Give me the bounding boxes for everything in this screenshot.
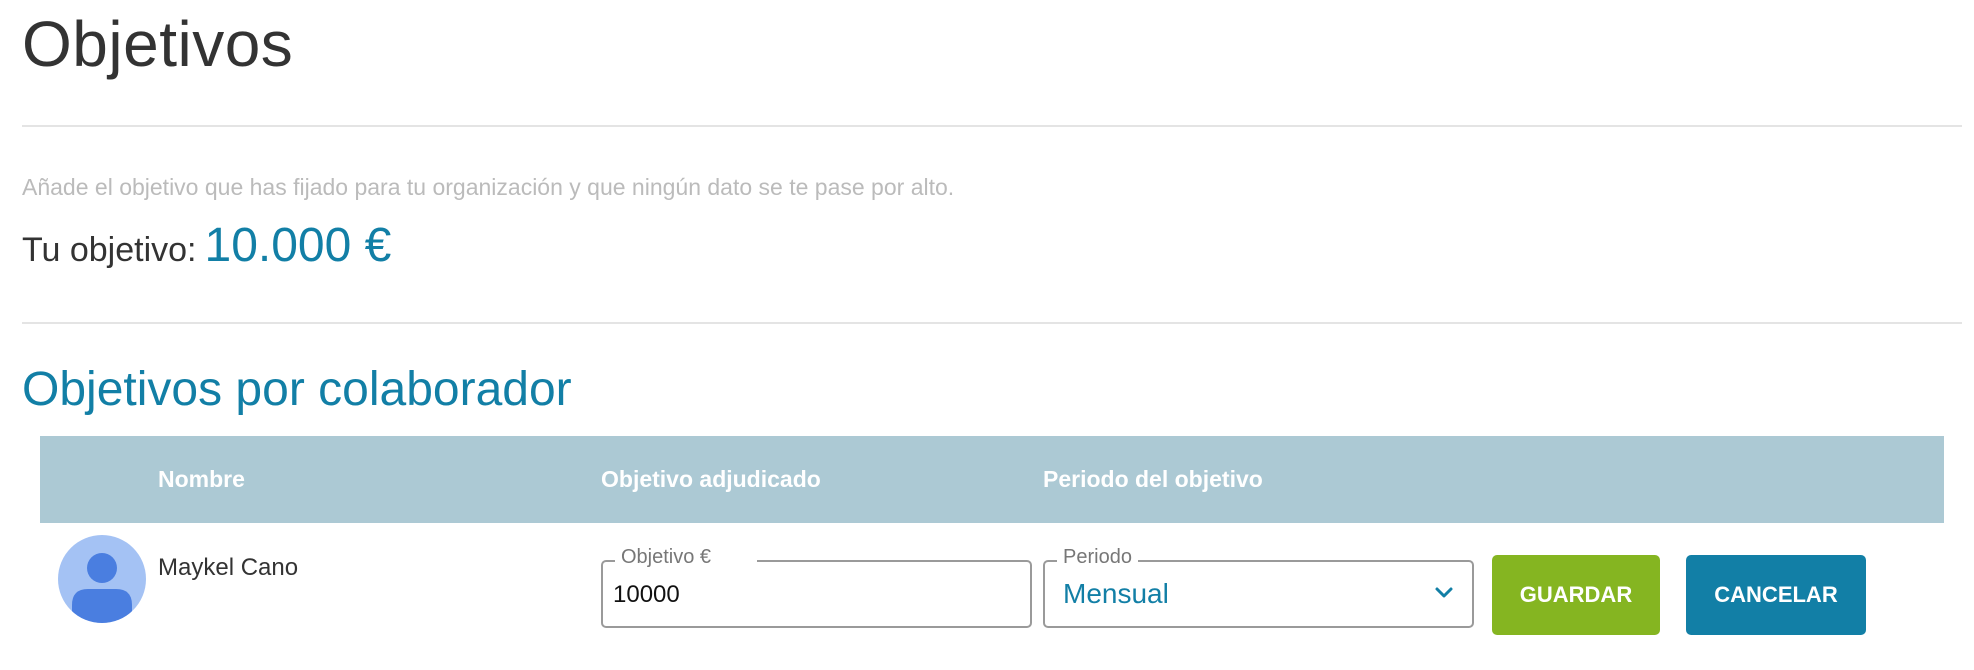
column-header-goal: Objetivo adjudicado (601, 466, 821, 492)
table-header: Nombre Objetivo adjudicado Periodo del o… (40, 436, 1944, 523)
goal-amount-label: Objetivo € (615, 545, 758, 569)
section-title: Objetivos por colaborador (22, 363, 572, 416)
page-description: Añade el objetivo que has fijado para tu… (22, 174, 955, 200)
goal-label: Tu objetivo: (22, 231, 197, 269)
column-header-period: Periodo del objetivo (1043, 466, 1263, 492)
period-selected-value[interactable]: Mensual (1063, 577, 1169, 611)
save-button[interactable]: GUARDAR (1492, 555, 1660, 635)
cancel-button[interactable]: CANCELAR (1686, 555, 1866, 635)
section-divider (22, 322, 1962, 324)
user-avatar-icon (58, 535, 146, 623)
organization-goal: Tu objetivo: 10.000 € (22, 218, 391, 278)
column-header-name: Nombre (158, 466, 245, 492)
goal-value: 10.000 € (204, 219, 392, 272)
period-label: Periodo (1057, 545, 1138, 569)
page-title: Objetivos (22, 8, 294, 80)
collaborator-name: Maykel Cano (158, 554, 299, 581)
title-divider (22, 125, 1962, 127)
goal-amount-field[interactable]: Objetivo € 10000 (601, 545, 1032, 628)
period-select[interactable]: Periodo Mensual (1043, 545, 1474, 628)
chevron-down-icon[interactable] (1434, 586, 1454, 600)
goal-amount-input[interactable]: 10000 (613, 580, 680, 610)
